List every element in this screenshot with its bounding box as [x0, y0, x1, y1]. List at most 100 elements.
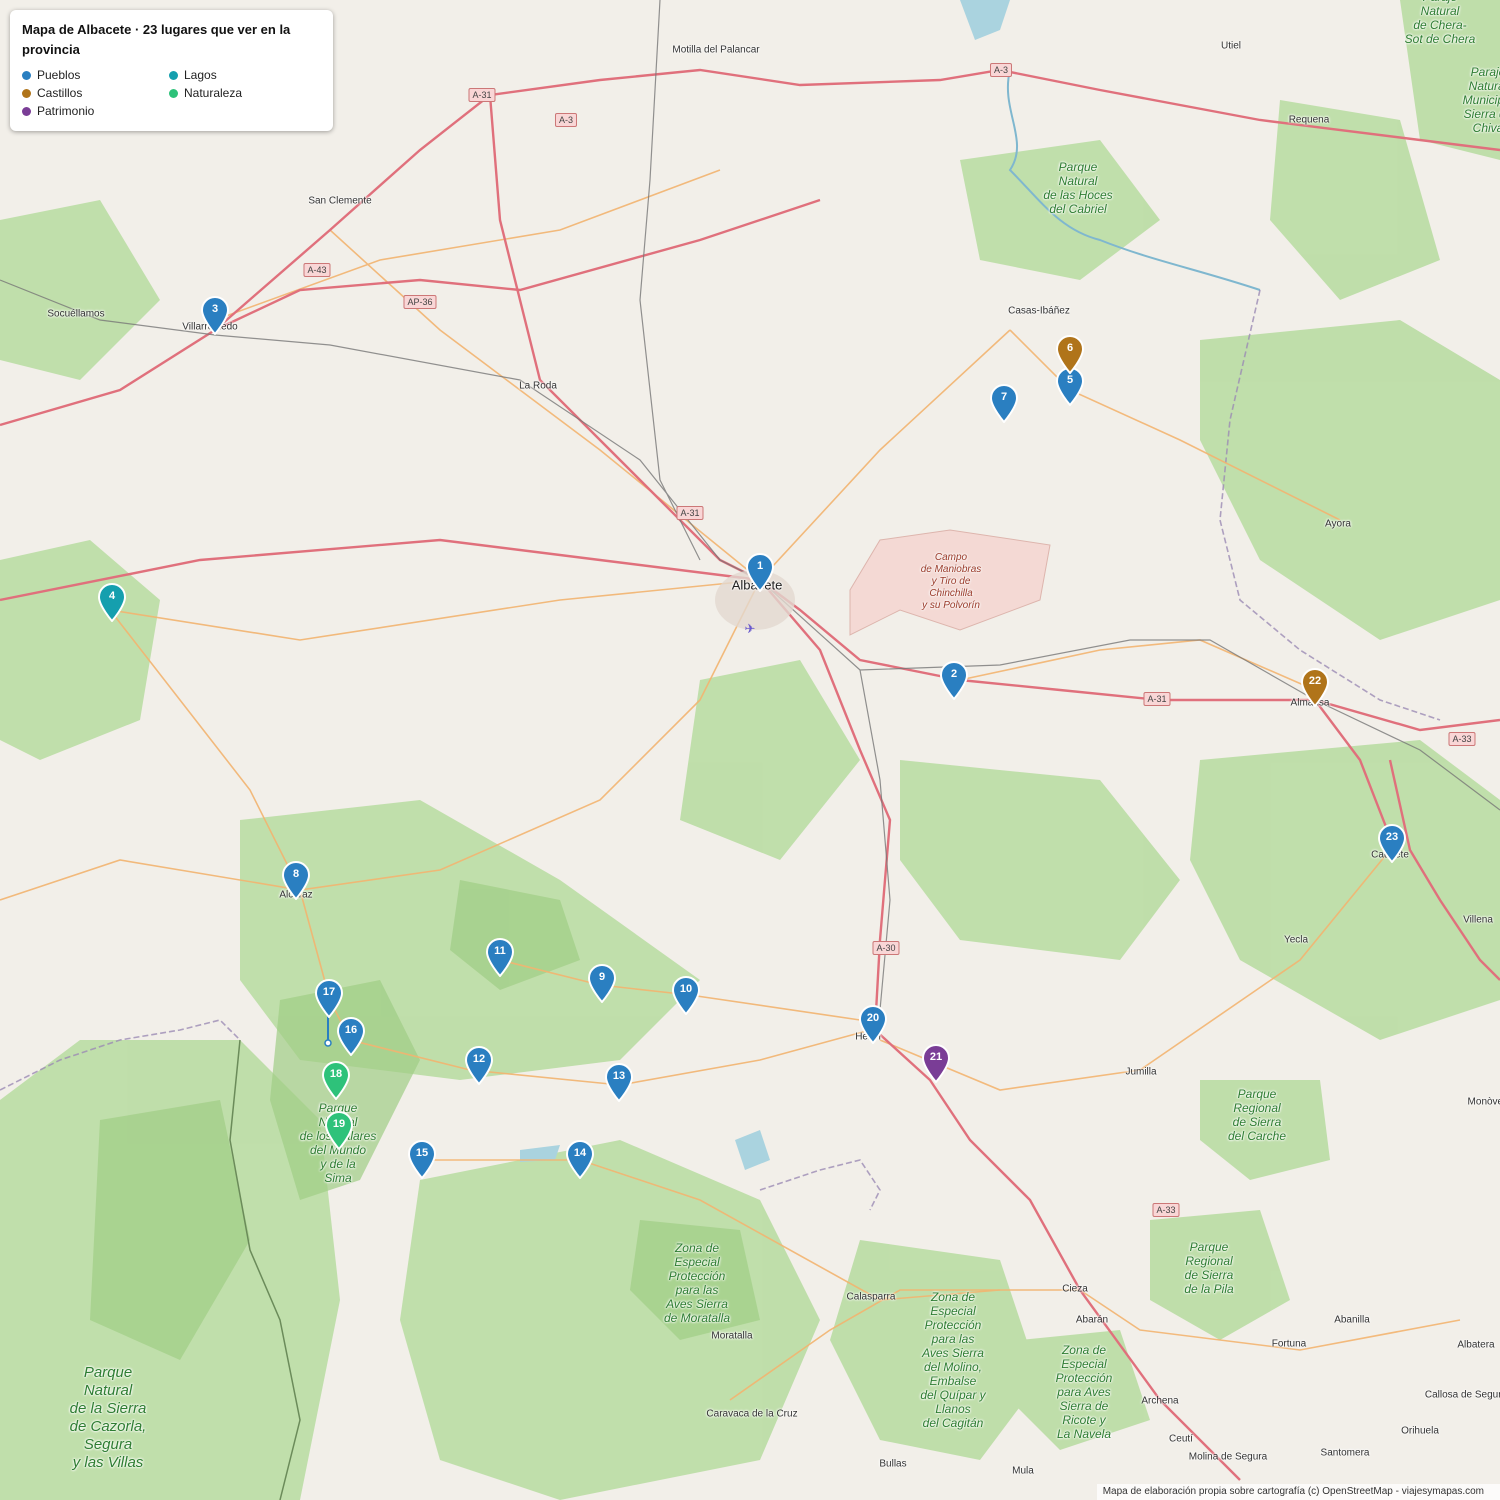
marker-number: 19 — [332, 1118, 346, 1130]
marker-number: 13 — [612, 1070, 626, 1082]
marker-number: 12 — [472, 1053, 486, 1065]
legend-item-castillos: Castillos — [22, 86, 169, 100]
place-label: Villena — [1463, 914, 1493, 926]
map-marker-10[interactable]: 10 — [671, 975, 701, 1015]
protected-area-label: Parque Natural de la Sierra de Cazorla, … — [69, 1364, 147, 1471]
legend-dot-icon — [22, 106, 31, 116]
place-label: Fortuna — [1271, 1338, 1307, 1350]
map-marker-7[interactable]: 7 — [989, 383, 1019, 423]
road-shield: A-30 — [872, 941, 900, 955]
marker-number: 23 — [1385, 831, 1399, 843]
map-marker-21[interactable]: 21 — [921, 1043, 951, 1083]
marker-number: 20 — [866, 1012, 880, 1024]
map-marker-2[interactable]: 2 — [939, 660, 969, 700]
map-marker-13[interactable]: 13 — [604, 1062, 634, 1102]
road-shield: AP-36 — [403, 295, 437, 309]
map-marker-9[interactable]: 9 — [587, 963, 617, 1003]
protected-area-label: Paraje Natural Municipal Sierra de Chiva — [1462, 65, 1500, 135]
legend-item-pueblos: Pueblos — [22, 68, 169, 82]
protected-area-label: Campo de Maniobras y Tiro de Chinchilla … — [920, 552, 982, 611]
map-marker-11[interactable]: 11 — [485, 937, 515, 977]
attribution: Mapa de elaboración propia sobre cartogr… — [1096, 1484, 1500, 1500]
legend-dot-icon — [22, 88, 31, 98]
marker-number: 16 — [344, 1024, 358, 1036]
road-shield: A-3 — [989, 63, 1013, 77]
marker-number: 11 — [494, 945, 506, 957]
map-marker-1[interactable]: 1 — [745, 552, 775, 592]
legend-item-label: Naturaleza — [184, 86, 243, 100]
legend-items: Pueblos Lagos Castillos Naturaleza Patrimoni… — [22, 68, 321, 118]
place-label: Moratalla — [711, 1330, 753, 1342]
map-marker-23[interactable]: 23 — [1377, 823, 1407, 863]
place-label: Cieza — [1062, 1283, 1088, 1295]
legend-item-label: Pueblos — [37, 68, 81, 82]
place-label: Bullas — [879, 1458, 907, 1470]
place-label: Ceutí — [1169, 1433, 1193, 1445]
marker-number: 18 — [329, 1068, 343, 1080]
place-label: Molina de Segura — [1188, 1451, 1268, 1463]
marker-number: 17 — [322, 986, 336, 998]
map-marker-4[interactable]: 4 — [97, 582, 127, 622]
road-shield: A-33 — [1448, 732, 1476, 746]
marker-number: 6 — [1066, 342, 1074, 354]
marker-number: 3 — [211, 303, 219, 315]
place-label: Motilla del Palancar — [672, 44, 760, 56]
legend-item-lagos: Lagos — [169, 68, 316, 82]
map-marker-20[interactable]: 20 — [858, 1004, 888, 1044]
marker-number: 5 — [1066, 374, 1074, 386]
road-shield: A-31 — [468, 88, 496, 102]
protected-area-label: Parque Regional de Sierra de la Pila — [1184, 1240, 1234, 1296]
map-marker-15[interactable]: 15 — [407, 1139, 437, 1179]
legend-item-naturaleza: Naturaleza — [169, 86, 316, 100]
legend-item-label: Patrimonio — [37, 104, 95, 118]
place-label: Calasparra — [846, 1291, 896, 1303]
map-marker-8[interactable]: 8 — [281, 860, 311, 900]
place-label: Monòver — [1467, 1096, 1500, 1108]
place-label: Caravaca de la Cruz — [706, 1408, 798, 1420]
legend-dot-icon — [22, 70, 31, 80]
place-label: Archena — [1141, 1395, 1179, 1407]
marker-number: 7 — [1000, 391, 1008, 403]
legend-item-label: Lagos — [184, 68, 217, 82]
map-marker-22[interactable]: 22 — [1300, 667, 1330, 707]
place-label: Casas-Ibáñez — [1008, 305, 1070, 317]
map[interactable]: ✈ Motilla del Palancar Utiel Requena San Cl… — [0, 0, 1500, 1500]
road-shield: A-31 — [1143, 692, 1171, 706]
legend: Mapa de Albacete · 23 lugares que ver en… — [10, 10, 333, 131]
place-label: Yecla — [1283, 934, 1309, 946]
map-marker-12[interactable]: 12 — [464, 1045, 494, 1085]
map-marker-16[interactable]: 16 — [336, 1016, 366, 1056]
place-label: Abarán — [1075, 1314, 1109, 1326]
protected-area-label: Zona de Especial Protección para las Ave… — [920, 1290, 986, 1430]
place-label: Requena — [1288, 114, 1330, 126]
marker-number: 2 — [950, 668, 958, 680]
legend-item-label: Castillos — [37, 86, 83, 100]
legend-dot-icon — [169, 88, 178, 98]
map-marker-3[interactable]: 3 — [200, 295, 230, 335]
marker-number: 22 — [1308, 675, 1322, 687]
protected-area-label: Paraje Natural de Chera- Sot de Chera — [1404, 0, 1476, 46]
map-marker-17[interactable]: 17 — [314, 978, 344, 1018]
road-shield: A-33 — [1152, 1203, 1180, 1217]
marker-number: 4 — [108, 590, 116, 602]
map-marker-6[interactable]: 6 — [1055, 334, 1085, 374]
place-label: Jumilla — [1125, 1066, 1157, 1078]
place-label: Albatera — [1457, 1339, 1495, 1351]
protected-area-label: Zona de Especial Protección para las Ave… — [663, 1241, 731, 1325]
svg-text:✈: ✈ — [745, 622, 756, 637]
map-marker-14[interactable]: 14 — [565, 1139, 595, 1179]
marker-number: 15 — [415, 1147, 429, 1159]
place-label: Mula — [1012, 1465, 1034, 1477]
place-label: Santomera — [1320, 1447, 1370, 1459]
map-marker-19[interactable]: 19 — [324, 1110, 354, 1150]
basemap: ✈ — [0, 0, 1500, 1500]
legend-title: Mapa de Albacete · 23 lugares que ver en… — [22, 22, 291, 57]
legend-dot-icon — [169, 70, 178, 80]
road-shield: A-31 — [676, 506, 704, 520]
place-label: Utiel — [1220, 40, 1242, 52]
road-shield: A-43 — [303, 263, 331, 277]
map-marker-18[interactable]: 18 — [321, 1060, 351, 1100]
place-label: Abanilla — [1334, 1314, 1370, 1326]
protected-area-label: Parque Natural de las Hoces del Cabriel — [1043, 160, 1113, 216]
marker-number: 9 — [598, 971, 606, 983]
